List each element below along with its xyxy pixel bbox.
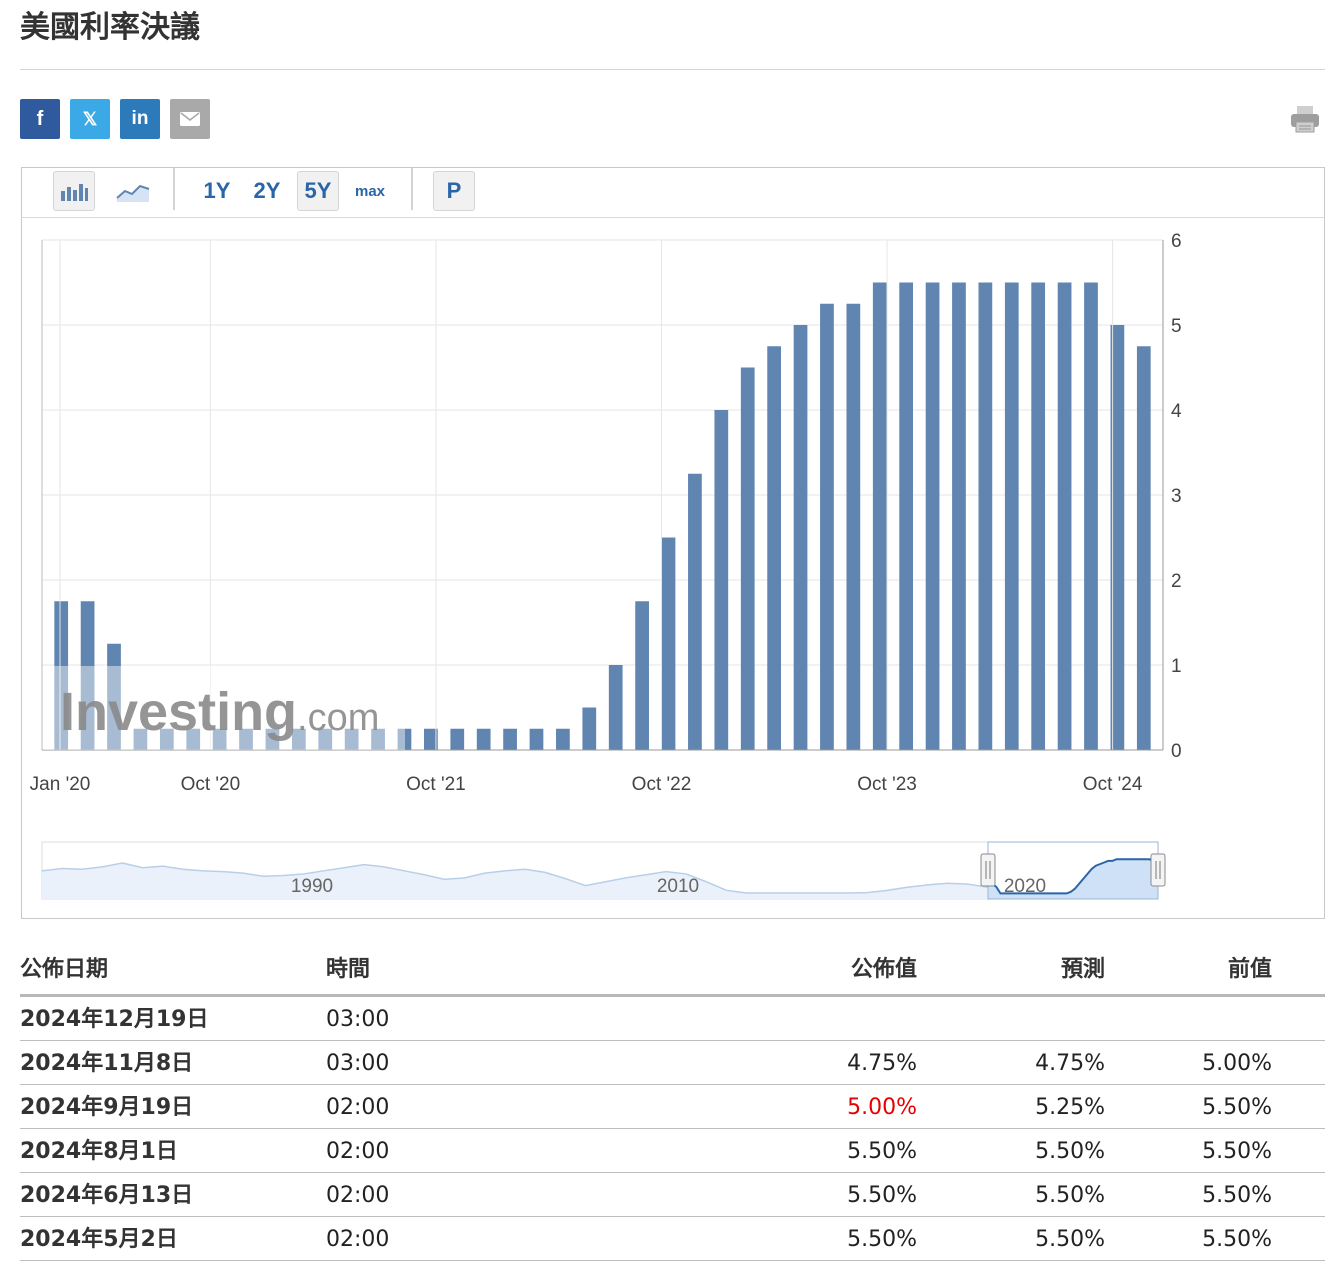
row-date: 2024年11月8日 <box>20 1051 194 1076</box>
x-tick-label: Oct '21 <box>406 774 466 795</box>
x-twitter-icon: 𝕏 <box>82 108 98 129</box>
twitter-share-button[interactable]: 𝕏 <box>70 99 110 139</box>
row-previous: 5.00% <box>1202 1051 1272 1076</box>
navigator-handle[interactable] <box>980 853 996 887</box>
bar <box>952 282 966 750</box>
bar <box>635 601 649 750</box>
row-previous: 5.50% <box>1202 1139 1272 1164</box>
table-header: 公佈日期 時間 公佈值 預測 前值 <box>20 945 1325 997</box>
bar <box>661 537 676 750</box>
row-time: 02:00 <box>326 1139 390 1164</box>
envelope-icon <box>180 112 200 126</box>
header-actual[interactable]: 公佈值 <box>851 945 917 995</box>
x-tick-label: Jan '20 <box>30 774 91 795</box>
bar <box>582 707 597 750</box>
table-body: 2024年12月19日 03:00 2024年11月8日 03:00 4.75% 4.75… <box>20 997 1325 1261</box>
bar <box>1057 282 1072 750</box>
table-row: 2024年12月19日 03:00 <box>20 997 1325 1041</box>
facebook-share-button[interactable]: f <box>20 99 60 139</box>
bar <box>1136 346 1151 750</box>
row-forecast: 5.25% <box>1035 1095 1105 1120</box>
row-actual: 5.50% <box>847 1183 917 1208</box>
bar <box>714 410 729 750</box>
row-time: 02:00 <box>326 1183 390 1208</box>
table-row: 2024年8月1日 02:00 5.50% 5.50% 5.50% <box>20 1129 1325 1173</box>
table-row: 2024年5月2日 02:00 5.50% 5.50% 5.50% <box>20 1217 1325 1261</box>
table-row: 2024年6月13日 02:00 5.50% 5.50% 5.50% <box>20 1173 1325 1217</box>
chart-container: 1Y 2Y 5Y max P 0 1 2 3 4 5 6 Jan '20 Oct '20 Oct … <box>21 167 1325 919</box>
navigator-year-label: 1990 <box>291 876 333 897</box>
row-date: 2024年9月19日 <box>20 1095 194 1120</box>
bar <box>846 303 861 750</box>
bar <box>529 728 544 750</box>
header-date[interactable]: 公佈日期 <box>20 945 108 995</box>
navigator-handle[interactable] <box>1150 853 1166 887</box>
bar <box>740 367 755 750</box>
row-forecast: 5.50% <box>1035 1227 1105 1252</box>
row-previous: 5.50% <box>1202 1095 1272 1120</box>
bar <box>688 473 702 750</box>
bar <box>1031 282 1046 750</box>
row-time: 02:00 <box>326 1227 390 1252</box>
bar <box>793 325 808 750</box>
navigator-year-label: 2010 <box>657 876 699 897</box>
y-tick-label: 6 <box>1171 231 1182 252</box>
y-tick-label: 5 <box>1171 316 1182 337</box>
email-share-button[interactable] <box>170 99 210 139</box>
bar <box>476 728 491 750</box>
row-time: 02:00 <box>326 1095 390 1120</box>
row-actual: 5.00% <box>847 1095 917 1120</box>
bar <box>503 728 517 750</box>
table-row: 2024年9月19日 02:00 5.00% 5.25% 5.50% <box>20 1085 1325 1129</box>
row-date: 2024年12月19日 <box>20 1007 209 1032</box>
navigator-year-label: 2020 <box>1004 876 1046 897</box>
x-tick-label: Oct '22 <box>632 774 692 795</box>
row-time: 03:00 <box>326 1051 390 1076</box>
x-tick-label: Oct '23 <box>857 774 917 795</box>
bar <box>556 728 570 750</box>
title-divider <box>20 69 1325 70</box>
bar <box>872 282 887 750</box>
row-previous: 5.50% <box>1202 1183 1272 1208</box>
row-date: 2024年5月2日 <box>20 1227 178 1252</box>
bar <box>767 346 781 750</box>
rate-decision-table: 公佈日期 時間 公佈值 預測 前值 2024年12月19日 03:00 2024年1… <box>20 945 1325 1261</box>
facebook-icon: f <box>36 107 44 130</box>
y-tick-label: 0 <box>1171 741 1182 762</box>
y-tick-label: 1 <box>1171 656 1182 677</box>
linkedin-share-button[interactable]: in <box>120 99 160 139</box>
bar <box>820 303 834 750</box>
row-previous: 5.50% <box>1202 1227 1272 1252</box>
bar <box>1004 282 1019 750</box>
page-title: 美國利率決議 <box>20 10 200 45</box>
bar <box>899 282 914 750</box>
linkedin-icon: in <box>131 108 149 129</box>
x-tick-label: Oct '24 <box>1083 774 1143 795</box>
x-tick-label: Oct '20 <box>181 774 241 795</box>
bar-chart: 0 1 2 3 4 5 6 Jan '20 Oct '20 Oct '21 Oct '22 Oct '… <box>30 231 1182 900</box>
row-actual: 4.75% <box>847 1051 917 1076</box>
bar <box>450 728 465 750</box>
row-forecast: 5.50% <box>1035 1139 1105 1164</box>
y-tick-label: 2 <box>1171 571 1182 592</box>
bar <box>1084 282 1098 750</box>
bar <box>925 282 940 750</box>
row-forecast: 5.50% <box>1035 1183 1105 1208</box>
row-actual: 5.50% <box>847 1139 917 1164</box>
y-tick-label: 3 <box>1171 486 1182 507</box>
print-icon[interactable] <box>1289 103 1321 135</box>
y-tick-label: 4 <box>1171 401 1182 422</box>
table-row: 2024年11月8日 03:00 4.75% 4.75% 5.00% <box>20 1041 1325 1085</box>
share-buttons: f 𝕏 in <box>20 99 210 139</box>
header-forecast[interactable]: 預測 <box>1061 945 1105 995</box>
bar <box>608 665 623 750</box>
bar <box>978 282 993 750</box>
header-time[interactable]: 時間 <box>326 945 370 995</box>
row-forecast: 4.75% <box>1035 1051 1105 1076</box>
row-date: 2024年6月13日 <box>20 1183 194 1208</box>
row-time: 03:00 <box>326 1007 390 1032</box>
row-date: 2024年8月1日 <box>20 1139 178 1164</box>
header-previous[interactable]: 前值 <box>1228 945 1272 995</box>
row-actual: 5.50% <box>847 1227 917 1252</box>
